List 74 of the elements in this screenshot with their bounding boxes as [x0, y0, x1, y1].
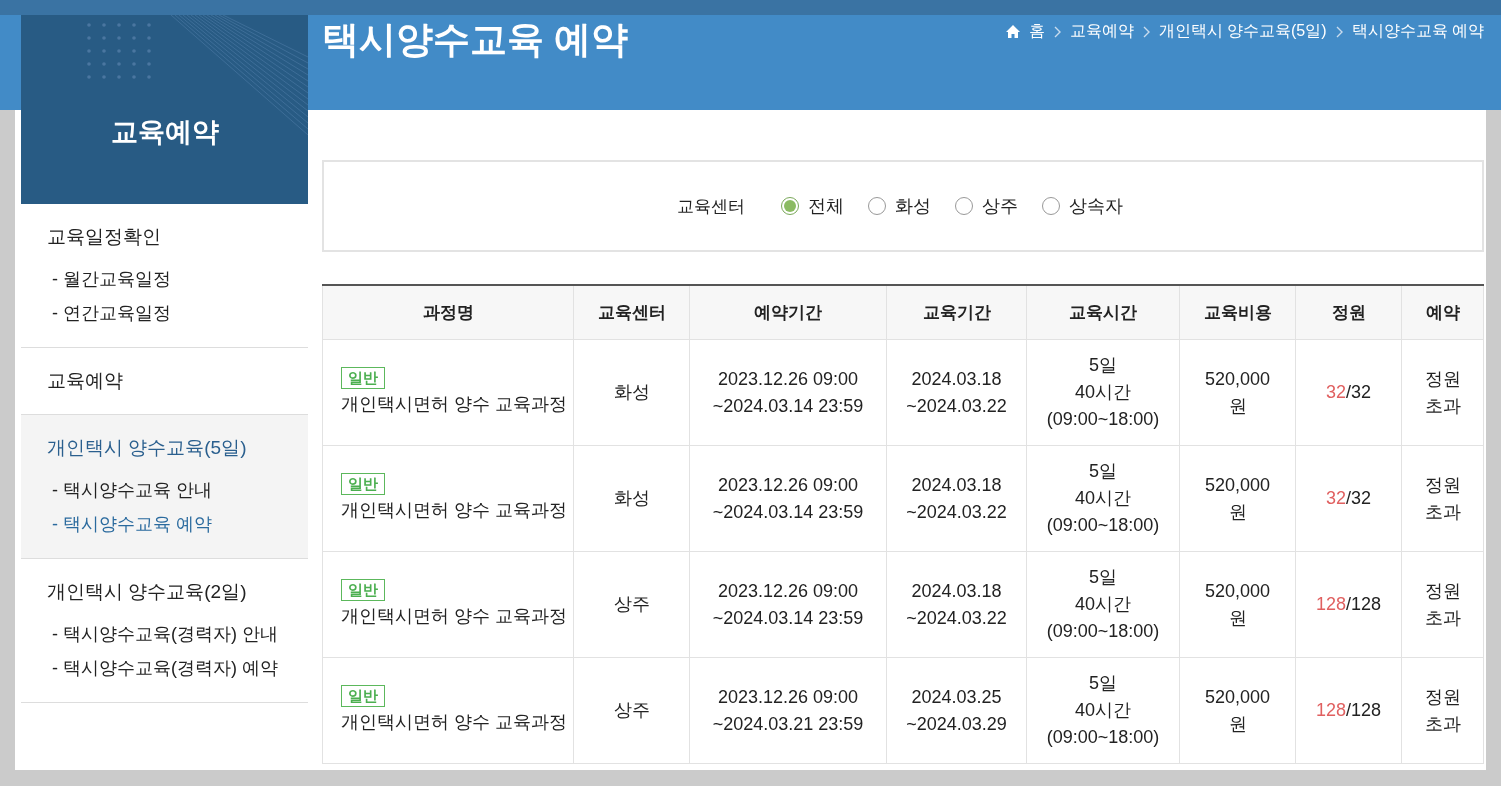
table-cell: 5일 40시간 (09:00~18:00): [1046, 673, 1160, 747]
capacity-count: 128/128: [1315, 594, 1382, 614]
table-cell: 520,000 원: [1204, 368, 1271, 416]
radio-option[interactable]: 상속자: [1042, 194, 1123, 218]
chevron-icon: [1141, 24, 1151, 39]
menu-item[interactable]: 개인택시 양수교육(5일): [47, 435, 308, 461]
table-cell: 520,000 원: [1204, 686, 1271, 734]
table-cell: 상주: [613, 594, 650, 614]
submenu-item[interactable]: - 연간교육일정: [52, 300, 308, 327]
menu-item[interactable]: 교육일정확인: [47, 224, 308, 250]
table-cell: 2023.12.26 09:00 ~2024.03.14 23:59: [712, 368, 864, 416]
capacity-count: 32/32: [1325, 488, 1372, 508]
course-name: 개인택시면허 양수 교육과정: [341, 711, 567, 734]
column-header: 예약: [1401, 285, 1484, 340]
column-header: 정원: [1295, 285, 1402, 340]
breadcrumb-link[interactable]: 홈: [1028, 21, 1045, 42]
filter-label: 교육센터: [677, 195, 745, 218]
column-header: 과정명: [322, 285, 574, 340]
table-cell: 2023.12.26 09:00 ~2024.03.21 23:59: [712, 686, 864, 734]
table-cell: 화성: [613, 488, 650, 508]
column-header: 교육센터: [573, 285, 690, 340]
status-text: 정원 초과: [1424, 686, 1461, 734]
category-tag: 일반: [341, 579, 385, 601]
radio-option[interactable]: 전체: [781, 194, 844, 218]
submenu-item[interactable]: - 월간교육일정: [52, 266, 308, 293]
category-tag: 일반: [341, 473, 385, 495]
radio-option[interactable]: 화성: [868, 194, 931, 218]
menu-item[interactable]: 개인택시 양수교육(2일): [47, 579, 308, 605]
submenu-item[interactable]: - 택시양수교육 예약: [52, 511, 308, 538]
breadcrumb-link[interactable]: 개인택시 양수교육(5일): [1158, 21, 1327, 42]
column-header: 교육기간: [886, 285, 1027, 340]
home-icon: [1004, 24, 1021, 39]
table-cell: 520,000 원: [1204, 580, 1271, 628]
table-cell: 5일 40시간 (09:00~18:00): [1046, 355, 1160, 429]
column-header: 예약기간: [689, 285, 887, 340]
sidebar-title: 교육예약: [110, 115, 219, 149]
column-header: 교육시간: [1026, 285, 1180, 340]
status-text: 정원 초과: [1424, 580, 1461, 628]
table-cell: 화성: [613, 382, 650, 402]
submenu-item[interactable]: - 택시양수교육(경력자) 예약: [52, 655, 308, 682]
breadcrumb-link[interactable]: 택시양수교육 예약: [1351, 21, 1484, 42]
category-tag: 일반: [341, 685, 385, 707]
breadcrumb-link[interactable]: 교육예약: [1069, 21, 1134, 42]
page-title: 택시양수교육 예약: [322, 18, 629, 62]
radio-icon[interactable]: [868, 197, 886, 215]
dot-grid-drawing: [87, 23, 151, 79]
course-name: 개인택시면허 양수 교육과정: [341, 605, 567, 628]
radio-icon[interactable]: [781, 197, 799, 215]
column-header: 교육비용: [1179, 285, 1296, 340]
table-cell: 2024.03.18 ~2024.03.22: [906, 368, 1007, 416]
course-name: 개인택시면허 양수 교육과정: [341, 499, 567, 522]
chevron-icon: [1052, 24, 1062, 39]
capacity-count: 128/128: [1315, 700, 1382, 720]
table-cell: 2024.03.25 ~2024.03.29: [906, 686, 1007, 734]
chevron-icon: [1334, 24, 1344, 39]
submenu-item[interactable]: - 택시양수교육 안내: [52, 477, 308, 504]
status-text: 정원 초과: [1424, 474, 1461, 522]
status-text: 정원 초과: [1424, 368, 1461, 416]
table-cell: 2023.12.26 09:00 ~2024.03.14 23:59: [712, 580, 864, 628]
table-cell: 2024.03.18 ~2024.03.22: [906, 474, 1007, 522]
radio-icon[interactable]: [955, 197, 973, 215]
table-cell: 2024.03.18 ~2024.03.22: [906, 580, 1007, 628]
table-cell: 상주: [613, 700, 650, 720]
radio-icon[interactable]: [1042, 197, 1060, 215]
table-cell: 5일 40시간 (09:00~18:00): [1046, 461, 1160, 535]
capacity-count: 32/32: [1325, 382, 1372, 402]
radio-option[interactable]: 상주: [955, 194, 1018, 218]
submenu-item[interactable]: - 택시양수교육(경력자) 안내: [52, 621, 308, 648]
menu-item[interactable]: 교육예약: [47, 368, 308, 394]
category-tag: 일반: [341, 367, 385, 389]
table-cell: 2023.12.26 09:00 ~2024.03.14 23:59: [712, 474, 864, 522]
course-name: 개인택시면허 양수 교육과정: [341, 393, 567, 416]
table-cell: 520,000 원: [1204, 474, 1271, 522]
table-cell: 5일 40시간 (09:00~18:00): [1046, 567, 1160, 641]
